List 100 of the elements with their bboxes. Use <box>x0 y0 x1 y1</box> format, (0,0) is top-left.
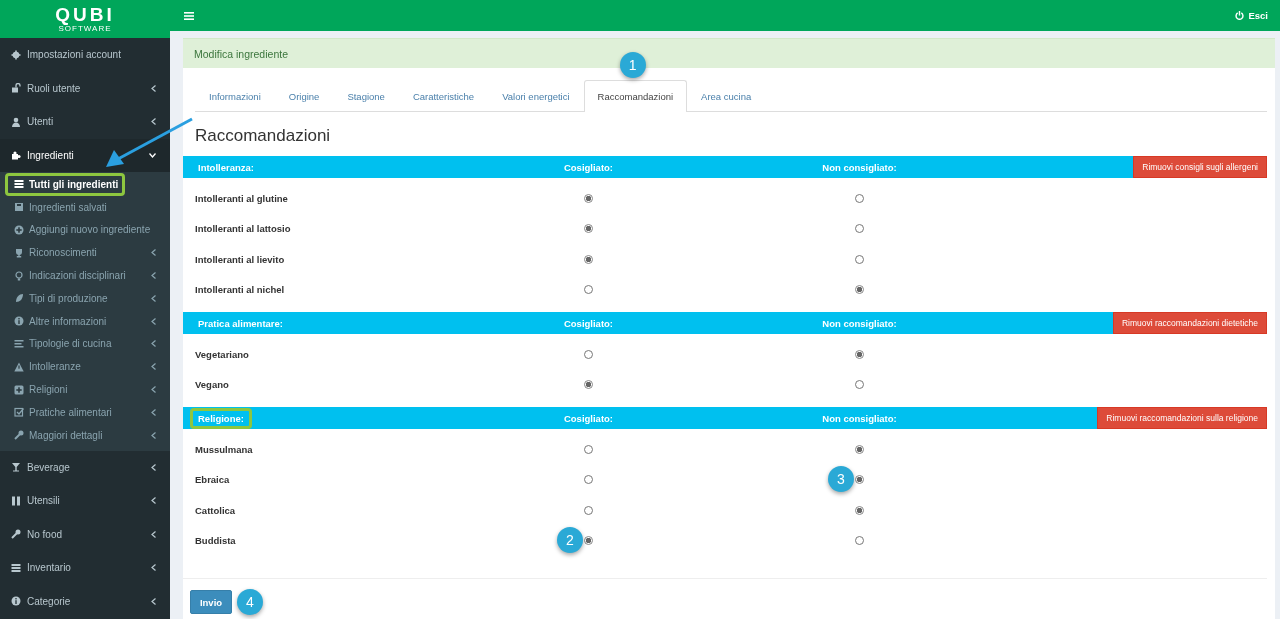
radio-button[interactable] <box>584 505 593 515</box>
sidebar-item[interactable]: Utenti <box>0 105 170 139</box>
radio-button[interactable] <box>584 285 593 295</box>
panel-title: Modifica ingrediente <box>194 47 288 60</box>
tab[interactable]: Area cucina <box>687 80 766 111</box>
step-number-badge: 3 <box>828 466 854 493</box>
sidebar-subitem[interactable]: Aggiungi nuovo ingrediente <box>5 218 170 242</box>
power-icon <box>1235 11 1245 20</box>
radio-button[interactable] <box>584 193 593 203</box>
logout-link[interactable]: Esci <box>1235 10 1268 21</box>
list-icon <box>14 179 24 190</box>
info-icon <box>14 316 24 327</box>
radio-button[interactable] <box>855 475 864 485</box>
row-label: Cattolica <box>195 504 237 516</box>
wrench-icon <box>14 430 24 441</box>
remove-button[interactable]: Rimuovi consigli sugli allergeni <box>1133 156 1267 178</box>
section-label: Pratica alimentare: <box>197 316 284 331</box>
sidebar-subitem[interactable]: Pratiche alimentari <box>5 400 170 424</box>
info-icon <box>11 596 21 607</box>
radio-button[interactable] <box>855 193 864 203</box>
tab[interactable]: Valori energetici <box>488 80 584 111</box>
tab[interactable]: Caratteristiche <box>398 80 489 111</box>
sidebar-subitem[interactable]: Tutti gli ingredienti <box>5 173 125 196</box>
sidebar-subitem[interactable]: Riconoscimenti <box>5 241 170 265</box>
row-label: Vegetariano <box>195 348 250 360</box>
row-label: Intolleranti al lattosio <box>195 223 292 235</box>
radio-button[interactable] <box>584 349 593 359</box>
menu-icon[interactable] <box>184 11 194 20</box>
remove-button[interactable]: Rimuovi raccomandazioni sulla religione <box>1097 407 1267 429</box>
sidebar-subitem[interactable]: Altre informazioni <box>5 309 170 333</box>
sidebar-subitem[interactable]: Maggiori dettagli <box>5 423 170 447</box>
sidebar-item[interactable]: No food <box>0 517 170 552</box>
plus-circle-icon <box>14 225 24 235</box>
logo-tagline: SOFTWARE <box>58 24 112 33</box>
row-label: Buddista <box>195 535 237 547</box>
radio-button[interactable] <box>855 224 864 234</box>
sidebar-item[interactable]: Ruoli utente <box>0 71 170 105</box>
row-label: Intolleranti al lievito <box>195 253 286 265</box>
column-header: Non consigliato: <box>822 317 897 329</box>
warning-icon <box>14 361 24 372</box>
sidebar-subitem[interactable]: Indicazioni disciplinari <box>5 264 170 287</box>
section-label: Religione: <box>190 407 252 429</box>
section-label: Intolleranza: <box>197 160 255 175</box>
sidebar-subitem[interactable]: Religioni <box>5 378 170 401</box>
user-icon <box>11 116 21 127</box>
sidebar-subitem[interactable]: Tipologie di cucina <box>5 332 170 356</box>
checkbox-icon <box>14 407 24 418</box>
row-label: Vegano <box>195 379 230 391</box>
tab[interactable]: Informazioni <box>195 80 275 111</box>
leaf-icon <box>14 293 24 304</box>
column-header: Non consigliato: <box>822 412 897 424</box>
radio-button[interactable] <box>584 536 593 546</box>
step-number-badge: 4 <box>237 589 263 615</box>
section-heading: Raccomandazioni <box>195 126 332 146</box>
padlock-icon <box>11 83 21 94</box>
row-label: Intolleranti al nichel <box>195 284 286 296</box>
row-label: Ebraica <box>195 474 231 486</box>
tab[interactable]: Raccomandazioni <box>583 80 688 112</box>
radio-button[interactable] <box>855 285 864 295</box>
radio-button[interactable] <box>855 444 864 454</box>
radio-button[interactable] <box>855 349 864 359</box>
puzzle-icon <box>11 150 21 161</box>
radio-button[interactable] <box>584 224 593 234</box>
submit-button[interactable]: Invio <box>190 590 232 614</box>
sidebar-item[interactable]: Utensili <box>0 484 170 518</box>
trophy-icon <box>14 247 24 258</box>
sidebar-item[interactable]: Ingredienti <box>0 138 170 172</box>
radio-button[interactable] <box>855 536 864 546</box>
radio-button[interactable] <box>584 254 593 264</box>
column-header: Cosigliato: <box>563 161 614 173</box>
sidebar-item[interactable]: Inventario <box>0 551 170 585</box>
radio-button[interactable] <box>855 380 864 390</box>
sidebar-subitem[interactable]: Ingredienti salvati <box>5 195 170 219</box>
list-icon <box>11 562 21 573</box>
step-number-badge: 2 <box>557 527 583 554</box>
column-header: Non consigliato: <box>822 161 897 173</box>
row-label: Mussulmana <box>195 443 254 455</box>
radio-button[interactable] <box>584 475 593 485</box>
column-header: Cosigliato: <box>563 317 614 329</box>
remove-button[interactable]: Rimuovi raccomandazioni dietetiche <box>1112 312 1267 334</box>
plus-square-icon <box>14 384 24 395</box>
radio-button[interactable] <box>584 380 593 390</box>
row-label: Intolleranti al glutine <box>195 192 289 204</box>
sidebar-subitem[interactable]: Tipi di produzione <box>5 287 170 310</box>
lines-icon <box>14 338 24 349</box>
lightbulb-icon <box>14 270 24 281</box>
sidebar-item[interactable]: Impostazioni account <box>0 38 170 72</box>
sidebar-subitem[interactable]: Intolleranze <box>5 355 170 379</box>
radio-button[interactable] <box>584 444 593 454</box>
logo-text: QUBI <box>55 5 115 24</box>
wrench-icon <box>11 529 21 540</box>
tab[interactable]: Stagione <box>333 80 399 111</box>
glass-icon <box>11 462 21 473</box>
radio-button[interactable] <box>855 254 864 264</box>
sidebar-item[interactable]: Beverage <box>0 450 170 485</box>
radio-button[interactable] <box>855 505 864 515</box>
tab[interactable]: Origine <box>274 80 334 111</box>
sidebar-item[interactable]: Categorie <box>0 584 170 619</box>
column-header: Cosigliato: <box>563 412 614 424</box>
square-icon <box>14 202 24 213</box>
